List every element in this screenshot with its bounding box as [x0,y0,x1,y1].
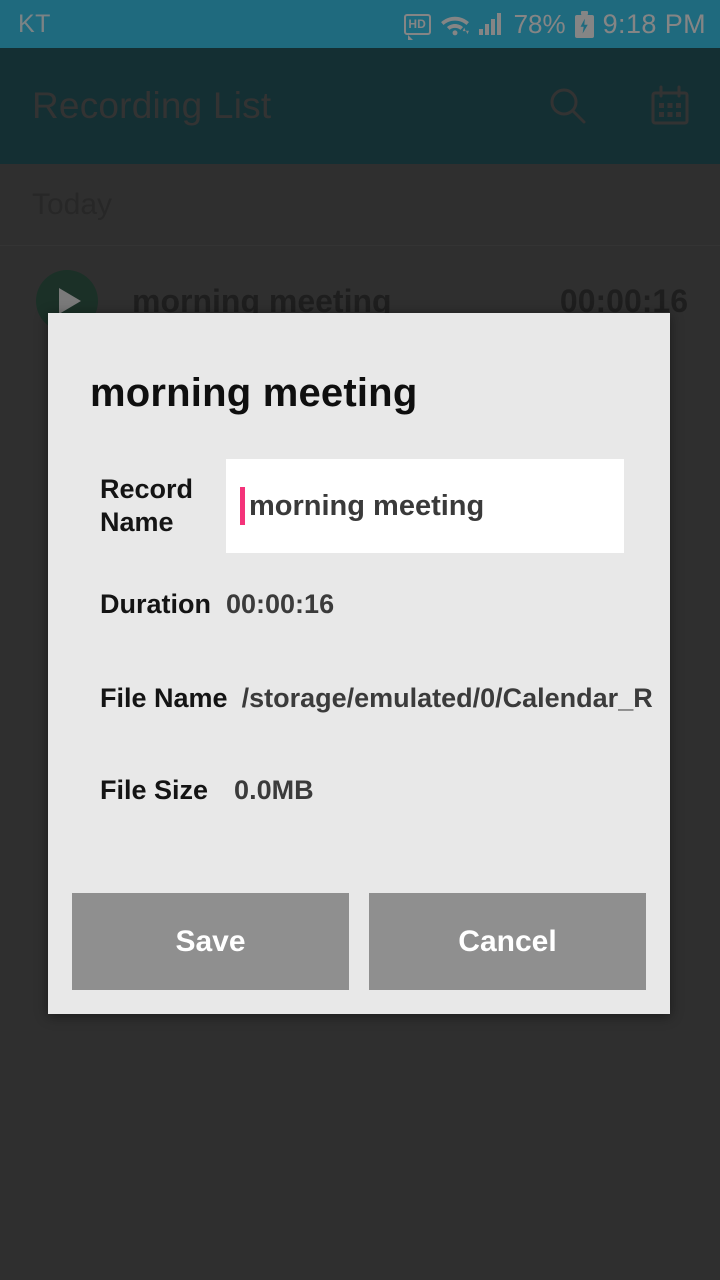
record-details-dialog: morning meeting Record Name morning meet… [48,313,670,1014]
file-size-label: File Size [100,774,209,805]
search-icon [550,88,586,124]
file-size-row: File Size 0.0MB [48,744,670,836]
calendar-icon [651,85,689,125]
hd-icon: HD [403,13,431,40]
cancel-button[interactable]: Cancel [369,893,646,990]
file-name-label: File Name [100,682,228,713]
file-name-row: File Name /storage/emulated/0/Calendar_R [48,652,670,744]
calendar-button[interactable] [646,82,694,130]
record-name-row: Record Name morning meeting [48,456,670,556]
page-title: Recording List [32,85,272,126]
carrier-label: KT [18,9,51,38]
record-name-input-value: morning meeting [249,489,485,522]
record-name-input[interactable]: morning meeting [226,459,624,553]
wifi-icon [440,16,469,36]
app-bar-actions [544,82,694,130]
status-bar: KT HD 78% 9:18 PM [0,0,720,48]
battery-charging-icon [574,10,594,38]
record-name-label: Record Name [100,473,226,539]
record-name-label-line1: Record [100,474,194,505]
status-bar-icons: HD 78% 9:18 PM [403,8,706,40]
dialog-buttons: Save Cancel [72,893,646,990]
record-name-label-line2: Name [100,507,174,537]
duration-row: Duration 00:00:16 [48,556,670,652]
section-header-today: Today [0,164,720,246]
signal-icon [478,13,501,35]
hd-icon-label: HD [408,17,426,31]
file-name-value: /storage/emulated/0/Calendar_R [241,682,653,713]
clock-label: 9:18 PM [602,8,706,39]
dialog-title: morning meeting [90,371,418,415]
duration-label: Duration [100,588,211,619]
search-button[interactable] [544,82,592,130]
battery-percent-label: 78% [513,8,566,39]
duration-value: 00:00:16 [226,588,335,619]
dialog-fields: Record Name morning meeting Duration 00:… [48,456,670,836]
text-cursor [240,487,245,525]
save-button[interactable]: Save [72,893,349,990]
app-bar: Recording List [0,48,720,164]
file-size-value: 0.0MB [234,774,314,805]
phone-screen: KT HD 78% 9:18 PM Recording List Today m… [0,0,720,1280]
